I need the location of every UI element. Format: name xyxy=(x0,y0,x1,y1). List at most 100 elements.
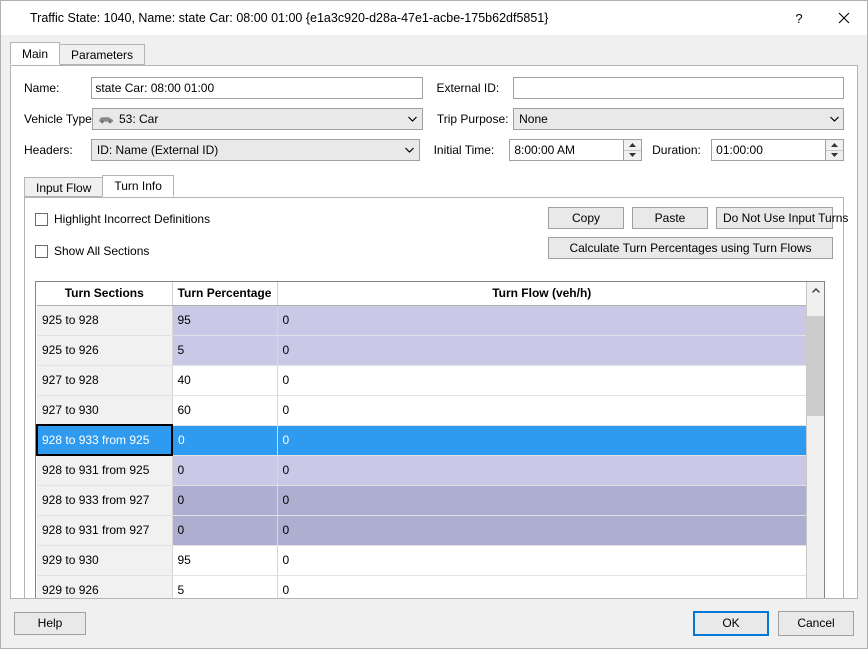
cell-turn-flow[interactable]: 0 xyxy=(277,365,806,395)
cell-turn-flow[interactable]: 0 xyxy=(277,425,806,455)
cell-turn-percentage[interactable]: 5 xyxy=(172,575,277,599)
cell-turn-percentage[interactable]: 0 xyxy=(172,425,277,455)
checkbox-group: Highlight Incorrect Definitions Show All… xyxy=(35,207,210,273)
column-header-turn-flow[interactable]: Turn Flow (veh/h) xyxy=(277,282,806,305)
checkbox-icon xyxy=(35,213,48,226)
cell-turn-percentage[interactable]: 40 xyxy=(172,365,277,395)
headers-label: Headers: xyxy=(24,143,91,157)
cell-turn-flow[interactable]: 0 xyxy=(277,395,806,425)
trip-purpose-label: Trip Purpose: xyxy=(423,112,513,126)
close-button[interactable] xyxy=(821,1,867,35)
cell-turn-percentage[interactable]: 5 xyxy=(172,335,277,365)
initial-time-label: Initial Time: xyxy=(420,143,510,157)
duration-spinner[interactable]: 01:00:00 xyxy=(711,139,844,161)
spin-down-icon[interactable] xyxy=(826,151,843,161)
cell-turn-flow[interactable]: 0 xyxy=(277,545,806,575)
column-header-turn-sections[interactable]: Turn Sections xyxy=(37,282,172,305)
vehicle-type-value: 53: Car xyxy=(119,112,158,126)
cell-turn-percentage[interactable]: 95 xyxy=(172,305,277,335)
turn-info-controls: Highlight Incorrect Definitions Show All… xyxy=(35,207,833,273)
tab-parameters[interactable]: Parameters xyxy=(59,44,145,65)
table-row[interactable]: 929 to 92650 xyxy=(37,575,806,599)
copy-button[interactable]: Copy xyxy=(548,207,624,229)
cell-turn-section[interactable]: 925 to 926 xyxy=(37,335,172,365)
do-not-use-input-turns-button[interactable]: Do Not Use Input Turns xyxy=(716,207,833,229)
table-row[interactable]: 925 to 92650 xyxy=(37,335,806,365)
cell-turn-percentage[interactable]: 95 xyxy=(172,545,277,575)
show-all-sections-label: Show All Sections xyxy=(54,244,149,258)
cell-turn-section[interactable]: 925 to 928 xyxy=(37,305,172,335)
external-id-input[interactable] xyxy=(513,77,844,99)
chevron-down-icon xyxy=(401,140,419,160)
cell-turn-section[interactable]: 929 to 926 xyxy=(37,575,172,599)
cell-turn-section[interactable]: 927 to 930 xyxy=(37,395,172,425)
spin-up-icon[interactable] xyxy=(826,140,843,151)
cell-turn-flow[interactable]: 0 xyxy=(277,575,806,599)
table-body: 925 to 928950925 to 92650927 to 92840092… xyxy=(37,305,806,599)
initial-time-value[interactable]: 8:00:00 AM xyxy=(510,140,623,160)
scrollbar-thumb[interactable] xyxy=(807,316,824,417)
cell-turn-flow[interactable]: 0 xyxy=(277,515,806,545)
trip-purpose-value: None xyxy=(519,112,548,126)
action-button-group: Copy Paste Do Not Use Input Turns Calcul… xyxy=(548,207,833,259)
name-input[interactable] xyxy=(91,77,422,99)
cell-turn-flow[interactable]: 0 xyxy=(277,335,806,365)
table-vertical-scrollbar[interactable] xyxy=(806,282,824,599)
checkbox-icon xyxy=(35,245,48,258)
form-row-headers: Headers: ID: Name (External ID) Initial … xyxy=(24,139,844,161)
show-all-sections-checkbox[interactable]: Show All Sections xyxy=(35,241,210,261)
table-row[interactable]: 929 to 930950 xyxy=(37,545,806,575)
name-label: Name: xyxy=(24,81,91,95)
car-icon xyxy=(98,115,114,124)
headers-select[interactable]: ID: Name (External ID) xyxy=(91,139,420,161)
chevron-down-icon xyxy=(404,109,422,129)
cell-turn-section[interactable]: 928 to 931 from 927 xyxy=(37,515,172,545)
cell-turn-flow[interactable]: 0 xyxy=(277,485,806,515)
table-row[interactable]: 928 to 933 from 92700 xyxy=(37,485,806,515)
cell-turn-flow[interactable]: 0 xyxy=(277,305,806,335)
cell-turn-section[interactable]: 928 to 933 from 925 xyxy=(37,425,172,455)
table-row[interactable]: 925 to 928950 xyxy=(37,305,806,335)
column-header-turn-percentage[interactable]: Turn Percentage xyxy=(172,282,277,305)
spin-up-icon[interactable] xyxy=(624,140,641,151)
chevron-down-icon xyxy=(825,109,843,129)
cell-turn-percentage[interactable]: 0 xyxy=(172,455,277,485)
inner-tab-strip: Input Flow Turn Info xyxy=(24,175,857,197)
traffic-state-dialog: Traffic State: 1040, Name: state Car: 08… xyxy=(0,0,868,649)
scroll-up-arrow-icon[interactable] xyxy=(807,282,824,299)
table-row[interactable]: 927 to 930600 xyxy=(37,395,806,425)
trip-purpose-select[interactable]: None xyxy=(513,108,844,130)
table-scroll-area: Turn Sections Turn Percentage Turn Flow … xyxy=(36,282,806,599)
calculate-turn-percentages-button[interactable]: Calculate Turn Percentages using Turn Fl… xyxy=(548,237,833,259)
cancel-button[interactable]: Cancel xyxy=(778,611,854,636)
table-row[interactable]: 928 to 931 from 92700 xyxy=(37,515,806,545)
cell-turn-flow[interactable]: 0 xyxy=(277,455,806,485)
cell-turn-section[interactable]: 927 to 928 xyxy=(37,365,172,395)
paste-button[interactable]: Paste xyxy=(632,207,708,229)
tab-input-flow[interactable]: Input Flow xyxy=(24,177,103,197)
help-button[interactable]: Help xyxy=(14,612,86,635)
cell-turn-section[interactable]: 929 to 930 xyxy=(37,545,172,575)
action-button-row: Copy Paste Do Not Use Input Turns xyxy=(548,207,833,229)
initial-time-spinner[interactable]: 8:00:00 AM xyxy=(509,139,642,161)
cell-turn-percentage[interactable]: 0 xyxy=(172,515,277,545)
tab-main[interactable]: Main xyxy=(10,42,60,65)
duration-value[interactable]: 01:00:00 xyxy=(712,140,825,160)
cell-turn-percentage[interactable]: 60 xyxy=(172,395,277,425)
tab-turn-info[interactable]: Turn Info xyxy=(102,175,174,197)
vehicle-type-select[interactable]: 53: Car xyxy=(92,108,423,130)
ok-button[interactable]: OK xyxy=(693,611,769,636)
table-row[interactable]: 928 to 931 from 92500 xyxy=(37,455,806,485)
spin-down-icon[interactable] xyxy=(624,151,641,161)
cell-turn-percentage[interactable]: 0 xyxy=(172,485,277,515)
duration-spin-buttons xyxy=(825,140,843,160)
cell-turn-section[interactable]: 928 to 933 from 927 xyxy=(37,485,172,515)
highlight-incorrect-definitions-checkbox[interactable]: Highlight Incorrect Definitions xyxy=(35,209,210,229)
cell-turn-section[interactable]: 928 to 931 from 925 xyxy=(37,455,172,485)
table-row[interactable]: 928 to 933 from 92500 xyxy=(37,425,806,455)
form-row-vehicle-type: Vehicle Type: 53: Car Trip Purpose: xyxy=(24,108,844,130)
table-row[interactable]: 927 to 928400 xyxy=(37,365,806,395)
table-header-row: Turn Sections Turn Percentage Turn Flow … xyxy=(37,282,806,305)
help-titlebar-button[interactable]: ? xyxy=(777,1,821,35)
form-area: Name: External ID: Vehicle Type: xyxy=(11,66,857,174)
